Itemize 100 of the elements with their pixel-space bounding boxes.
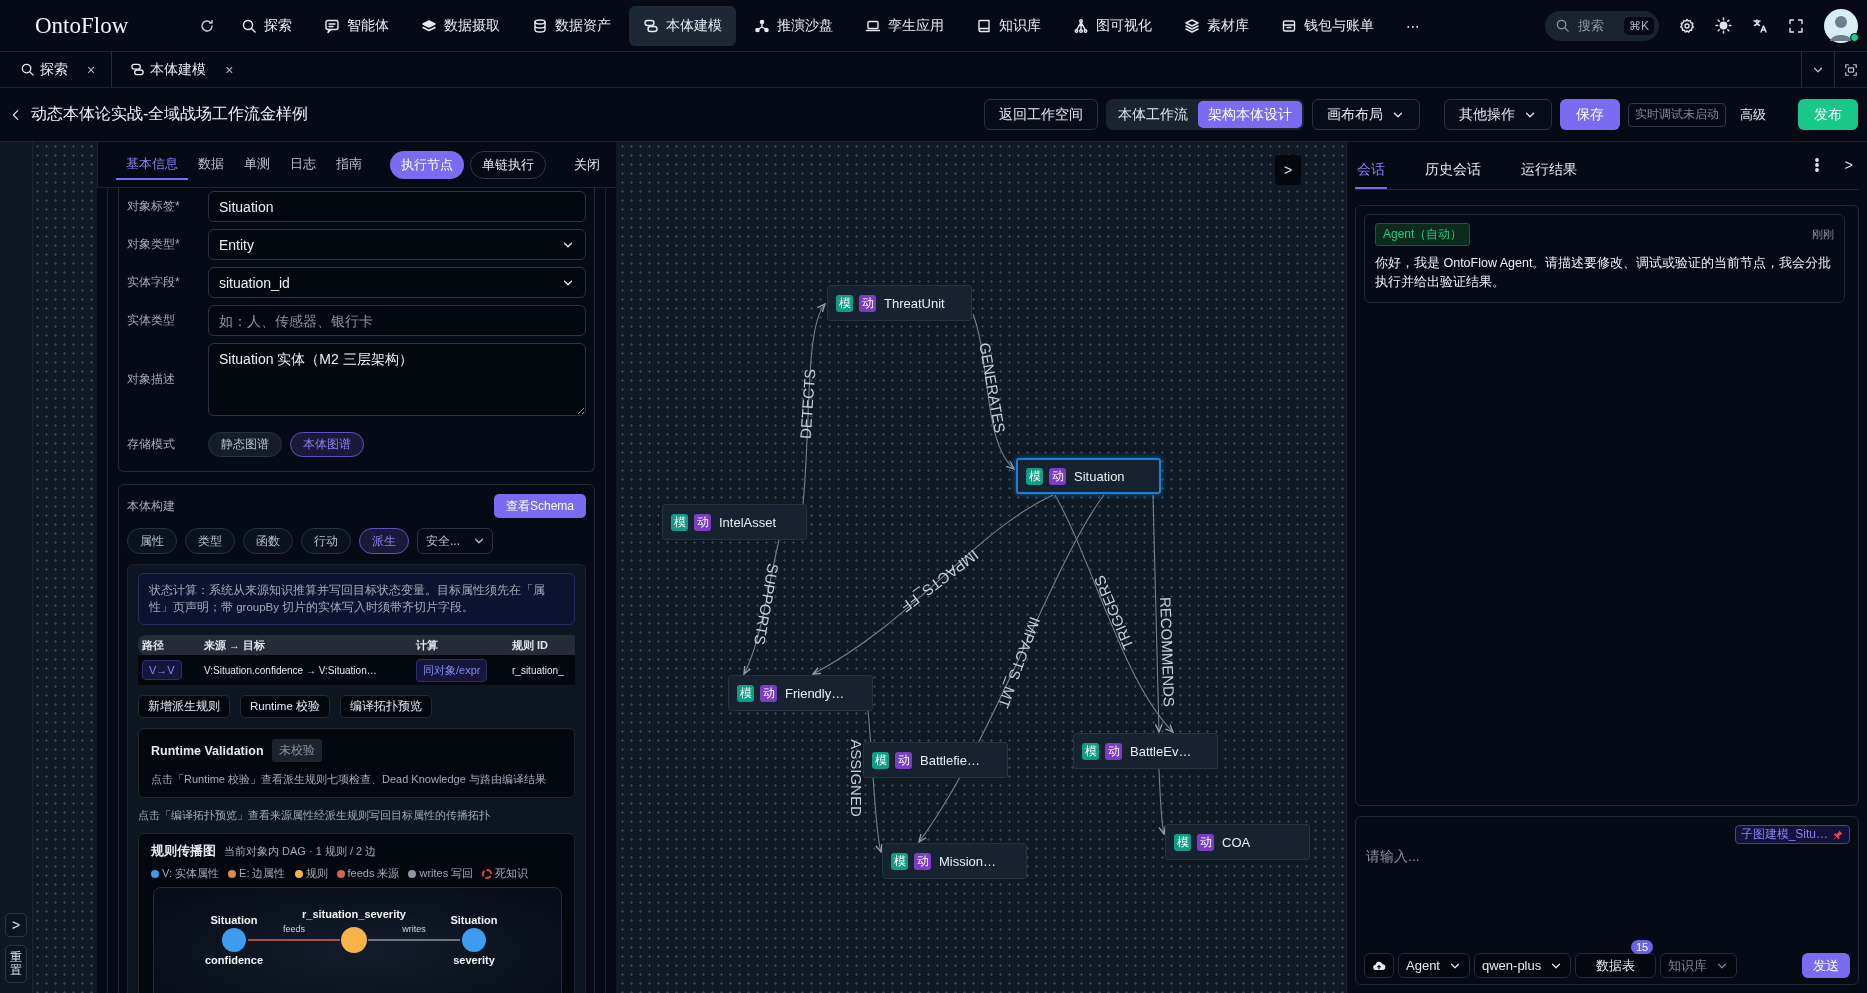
mode-option[interactable]: 架构本体设计 xyxy=(1198,101,1302,128)
refresh-icon[interactable] xyxy=(199,17,215,34)
text-field[interactable]: 如：人、传感器、银行卡 xyxy=(208,305,586,336)
advanced-button[interactable]: 高级 xyxy=(1734,105,1772,124)
nav-item[interactable]: 图可视化 xyxy=(1059,5,1166,46)
reset-button[interactable]: 重置 xyxy=(4,944,28,983)
field-label: 存储模式 xyxy=(127,436,176,453)
model-select[interactable]: qwen-plus xyxy=(1474,953,1572,978)
more-button[interactable]: ⋯ xyxy=(1392,5,1434,46)
edge-label: GENERATES xyxy=(976,341,1009,435)
category-select[interactable]: 安全... xyxy=(417,528,493,554)
collapse-button[interactable]: > xyxy=(1838,156,1859,174)
action-button[interactable]: 编译拓扑预览 xyxy=(340,695,433,718)
graph-node[interactable]: 模 动 Situation xyxy=(1016,458,1161,494)
panel-tab[interactable]: 单测 xyxy=(234,149,280,180)
sun-icon[interactable] xyxy=(1715,17,1732,34)
panel-tab[interactable]: 指南 xyxy=(326,149,372,180)
dynamic-badge: 动 xyxy=(1049,467,1066,485)
action-button[interactable]: Runtime 校验 xyxy=(240,695,331,718)
table-cell: V:Situation.confidence → V:Situation… xyxy=(200,655,412,685)
dynamic-badge: 动 xyxy=(895,751,912,769)
nav-item[interactable]: 知识库 xyxy=(962,5,1055,46)
filter-chip[interactable]: 派生 xyxy=(359,528,409,554)
more-menu[interactable]: 其他操作 xyxy=(1444,99,1552,130)
mode-option[interactable]: 本体工作流 xyxy=(1108,101,1198,128)
link-icon xyxy=(130,62,146,77)
action-button[interactable]: 新增派生规则 xyxy=(138,695,230,718)
storage-option[interactable]: 静态图谱 xyxy=(208,432,282,457)
panel-tab[interactable]: 数据 xyxy=(188,149,234,180)
settings-icon[interactable] xyxy=(1679,17,1695,34)
graph-node[interactable]: 模 动 BattleEv… xyxy=(1073,733,1218,769)
status-badge: 未校验 xyxy=(271,739,322,762)
nav-item[interactable]: 智能体 xyxy=(310,5,403,46)
select-field[interactable]: Entity xyxy=(208,229,586,260)
select-field[interactable]: situation_id xyxy=(208,267,586,298)
layout-menu[interactable]: 画布布局 xyxy=(1312,99,1420,130)
focus-icon[interactable] xyxy=(1844,62,1858,77)
upload-button[interactable] xyxy=(1364,953,1394,978)
legend-label: V: 实体属性 xyxy=(162,866,220,881)
close-button[interactable]: × xyxy=(225,61,234,78)
search-icon xyxy=(241,17,257,34)
graph-node[interactable]: 模 动 ThreatUnit xyxy=(827,285,972,321)
chat-tab[interactable]: 运行结果 xyxy=(1519,153,1579,189)
storage-option[interactable]: 本体图谱 xyxy=(290,432,364,457)
description-field[interactable]: Situation 实体（M2 三层架构） xyxy=(208,343,586,416)
filter-chip[interactable]: 函数 xyxy=(243,528,293,554)
attribute-node[interactable] xyxy=(462,928,486,952)
graph-node[interactable]: 模 动 Mission… xyxy=(882,843,1027,879)
page-tab[interactable]: 本体建模 × xyxy=(111,52,244,87)
app-logo: OntoFlow xyxy=(34,12,130,39)
model-badge: 模 xyxy=(671,513,688,531)
filter-chip[interactable]: 行动 xyxy=(301,528,351,554)
send-button[interactable]: 发送 xyxy=(1802,953,1850,978)
avatar[interactable] xyxy=(1824,8,1858,43)
panel-tab[interactable]: 基本信息 xyxy=(116,149,188,180)
edge-label: feeds xyxy=(283,924,305,934)
mode-select[interactable]: Agent xyxy=(1398,953,1470,978)
filter-chip[interactable]: 类型 xyxy=(185,528,235,554)
fullscreen-icon[interactable] xyxy=(1788,17,1804,34)
pin-icon xyxy=(1832,828,1844,841)
message-field[interactable]: 子图建模_Situ… 请输入... Agent qwen-plus 数据表 15 知识库 发送 xyxy=(1355,816,1859,985)
nav-item[interactable]: 孪生应用 xyxy=(851,5,958,46)
expand-button[interactable]: > xyxy=(5,912,27,937)
filter-chip[interactable]: 属性 xyxy=(127,528,177,554)
return-button[interactable]: 返回工作空间 xyxy=(984,99,1098,130)
graph-node[interactable]: 模 动 Friendly… xyxy=(728,675,873,711)
column-header: 来源 → 目标 xyxy=(200,635,412,655)
nav-item[interactable]: 数据资产 xyxy=(518,5,625,46)
attribute-node[interactable] xyxy=(222,928,246,952)
shortcut-hint: ⌘K xyxy=(1624,16,1654,35)
info-note: 状态计算：系统从来源知识推算并写回目标状态变量。目标属性须先在「属性」页声明；带 groupBy 切片的实体写入时须带齐切片字段。 xyxy=(138,573,575,625)
validation-text: 点击「Runtime 校验」查看派生规则七项检查、Dead Knowledge 与路由编译结果 xyxy=(151,772,547,787)
search-field[interactable]: 搜索 ⌘K xyxy=(1545,10,1659,41)
model-badge: 模 xyxy=(737,684,754,702)
panel-toggle[interactable]: > xyxy=(1275,155,1301,185)
translate-icon[interactable] xyxy=(1752,17,1768,34)
panel-tab[interactable]: 日志 xyxy=(280,149,326,180)
graph-node[interactable]: 模 动 Battlefie… xyxy=(863,742,1008,778)
nav-item[interactable]: 数据摄取 xyxy=(407,5,514,46)
save-button[interactable]: 保存 xyxy=(1560,99,1620,130)
chat-tab[interactable]: 历史会话 xyxy=(1423,153,1483,189)
link-icon xyxy=(643,17,659,34)
nav-item[interactable]: 钱包与账单 xyxy=(1267,5,1388,46)
graph-node[interactable]: 模 动 COA xyxy=(1165,824,1310,860)
legend-label: 死知识 xyxy=(495,866,529,881)
page-tab[interactable]: 探索 × xyxy=(0,52,106,87)
schema-button[interactable]: 查看Schema xyxy=(493,494,586,518)
run-node-button[interactable]: 执行节点 xyxy=(390,150,464,179)
context-chip[interactable]: 子图建模_Situ… xyxy=(1734,825,1850,844)
close-button[interactable]: × xyxy=(87,61,96,78)
table-button[interactable]: 数据表 xyxy=(1575,953,1657,978)
nav-item[interactable]: 推演沙盘 xyxy=(740,5,847,46)
nav-item[interactable]: 素材库 xyxy=(1170,5,1263,46)
nav-item[interactable]: 探索 xyxy=(227,5,306,46)
sender-tag: Agent（自动） xyxy=(1375,223,1471,246)
graph-node[interactable]: 模 动 IntelAsset xyxy=(662,504,807,540)
chat-tab[interactable]: 会话 xyxy=(1355,153,1387,189)
nav-item[interactable]: 本体建模 xyxy=(629,5,736,46)
text-field[interactable]: Situation xyxy=(208,191,586,222)
close-button[interactable]: 关闭 xyxy=(568,154,604,175)
